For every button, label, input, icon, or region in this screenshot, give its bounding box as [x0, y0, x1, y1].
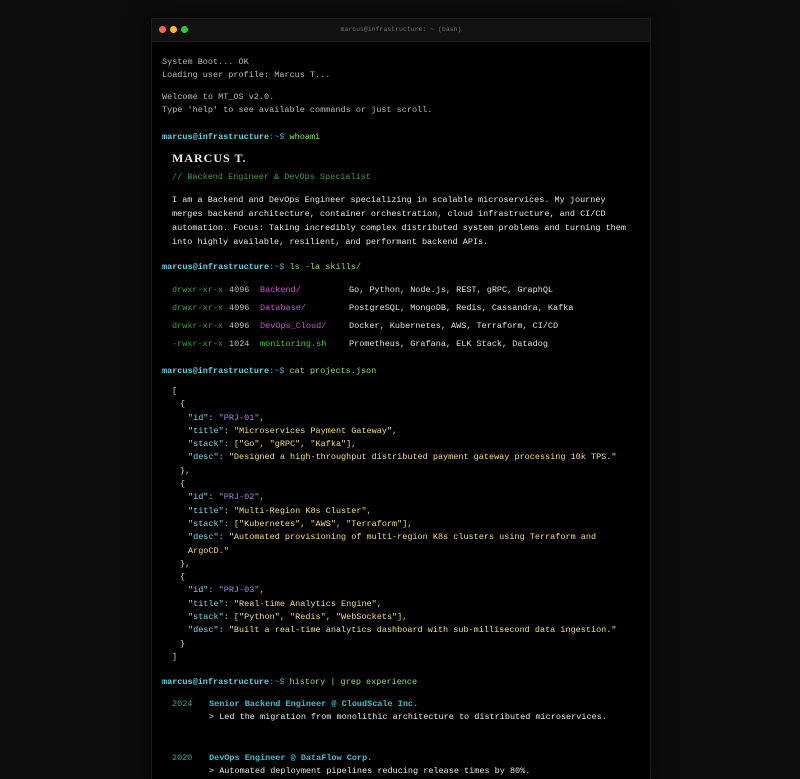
project-desc: Designed a high-throughput distributed p…	[233, 452, 612, 463]
project-desc: Automated provisioning of multi-region K…	[188, 532, 597, 556]
project-field: "id": "PRJ-02",	[188, 492, 265, 503]
skill-row: drwxr-xr-x 4096 DevOps_Cloud/ Docker, Ku…	[172, 317, 640, 335]
project-stack: ["Kubernetes", "AWS", "Terraform"]	[233, 518, 408, 529]
window-title: marcus@infrastructure: ~ (bash)	[340, 26, 462, 33]
skill-tech: Prometheus, Grafana, ELK Stack, Datadog	[349, 338, 548, 349]
terminal-output: System Boot... OK Loading user profile: …	[152, 42, 650, 778]
skill-size: 4096	[229, 320, 250, 331]
profile-bio: I am a Backend and DevOps Engineer speci…	[172, 195, 626, 247]
skill-row: drwxr-xr-x 4096 Database/ PostgreSQL, Mo…	[172, 299, 640, 317]
welcome-line: Welcome to MT_OS v2.0.	[162, 92, 275, 102]
terminal-window: marcus@infrastructure: ~ (bash) System B…	[151, 18, 651, 779]
prompt-history: marcus@infrastructure:~$ history | grep …	[162, 676, 640, 689]
prompt-user: marcus@infrastructure	[162, 132, 270, 142]
skill-permissions: -rwxr-xr-x	[172, 338, 224, 349]
prompt-user: marcus@infrastructure	[162, 677, 270, 688]
prompt-whoami: marcus@infrastructure:~$ whoami	[162, 131, 640, 144]
project-id: PRJ-02	[223, 492, 255, 503]
project-desc: Built a real-time analytics dashboard wi…	[233, 625, 612, 636]
project-title: Real-time Analytics Engine	[239, 598, 372, 609]
skill-row: -rwxr-xr-x 1024 monitoring.sh Prometheus…	[172, 335, 640, 353]
projects-json: [ { "id": "PRJ-01", "title": "Microservi…	[162, 385, 640, 664]
prompt-dir: :~$	[269, 366, 285, 376]
experience-year: 2024	[172, 699, 193, 710]
prompt-dir: :~$	[269, 677, 285, 688]
skill-size: 4096	[229, 302, 250, 313]
project-id: PRJ-01	[223, 412, 255, 423]
skill-permissions: drwxr-xr-x	[172, 284, 224, 295]
experience-item: 2020 DevOps Engineer @ DataFlow Corp.	[172, 752, 640, 765]
skill-tech: Go, Python, Node.js, REST, gRPC, GraphQL	[349, 284, 554, 295]
skill-size: 4096	[229, 284, 250, 295]
profile-section: MARCUS T. // Backend Engineer & DevOps S…	[162, 152, 640, 249]
project-title: Microservices Payment Gateway	[239, 425, 387, 436]
experience-desc: > Led the migration from monolithic arch…	[209, 712, 607, 723]
project-field: "title": "Multi-Region K8s Cluster",	[188, 505, 372, 516]
profile-name: MARCUS T.	[172, 151, 247, 165]
prompt-skills: marcus@infrastructure:~$ ls -la skills/	[162, 261, 640, 274]
project-stack: ["Go", "gRPC", "Kafka"]	[233, 439, 352, 450]
project-field: "desc": "Designed a high-throughput dist…	[188, 452, 617, 463]
project-field: "title": "Real-time Analytics Engine",	[188, 598, 382, 609]
project-field: "id": "PRJ-01",	[188, 412, 265, 423]
boot-line: Loading user profile: Marcus T...	[162, 70, 331, 80]
skill-permissions: drwxr-xr-x	[172, 320, 224, 331]
skill-row: drwxr-xr-x 4096 Backend/ Go, Python, Nod…	[172, 281, 640, 299]
prompt-user: marcus@infrastructure	[162, 366, 270, 376]
prompt-projects: marcus@infrastructure:~$ cat projects.js…	[162, 365, 640, 378]
experience-desc: > Automated deployment pipelines reducin…	[209, 766, 531, 777]
prompt-user: marcus@infrastructure	[162, 262, 270, 272]
skill-permissions: drwxr-xr-x	[172, 302, 224, 313]
title-bar: marcus@infrastructure: ~ (bash)	[152, 19, 650, 42]
experience-year: 2020	[172, 753, 193, 764]
skill-name: DevOps_Cloud/	[260, 320, 327, 331]
welcome-line: Type 'help' to see available commands or…	[162, 105, 433, 115]
project-field: "desc": "Built a real-time analytics das…	[188, 625, 617, 636]
skills-listing: drwxr-xr-x 4096 Backend/ Go, Python, Nod…	[162, 281, 640, 353]
project-field: "title": "Microservices Payment Gateway"…	[188, 425, 398, 436]
command-text: cat projects.json	[289, 366, 377, 376]
skill-name: Database/	[260, 302, 306, 313]
prompt-dir: :~$	[269, 132, 285, 142]
experience-list: 2024 Senior Backend Engineer @ CloudScal…	[162, 698, 640, 778]
skill-tech: PostgreSQL, MongoDB, Redis, Cassandra, K…	[349, 302, 574, 313]
project-field: "stack": ["Go", "gRPC", "Kafka"],	[188, 439, 357, 450]
profile-role: // Backend Engineer & DevOps Specialist	[172, 172, 371, 182]
skill-name: Backend/	[260, 284, 301, 295]
experience-item: 2024 Senior Backend Engineer @ CloudScal…	[172, 698, 640, 711]
skill-tech: Docker, Kubernetes, AWS, Terraform, CI/C…	[349, 320, 559, 331]
project-title: Multi-Region K8s Cluster	[239, 505, 362, 516]
command-text: ls -la skills/	[289, 262, 361, 272]
skill-name: monitoring.sh	[260, 338, 327, 349]
skill-size: 1024	[229, 338, 250, 349]
project-id: PRJ-03	[223, 585, 255, 596]
project-field: "id": "PRJ-03",	[188, 585, 265, 596]
project-field: "stack": ["Python", "Redis", "WebSockets…	[188, 612, 408, 623]
experience-title: DevOps Engineer @ DataFlow Corp.	[209, 753, 373, 764]
project-field: "stack": ["Kubernetes", "AWS", "Terrafor…	[188, 518, 413, 529]
project-stack: ["Python", "Redis", "WebSockets"]	[233, 612, 403, 623]
prompt-dir: :~$	[269, 262, 285, 272]
project-field: "desc": "Automated provisioning of multi…	[188, 532, 597, 556]
experience-title: Senior Backend Engineer @ CloudScale Inc…	[209, 699, 419, 710]
command-text: history | grep experience	[289, 677, 418, 688]
boot-line: System Boot... OK	[162, 57, 249, 67]
command-text: whoami	[289, 132, 321, 142]
